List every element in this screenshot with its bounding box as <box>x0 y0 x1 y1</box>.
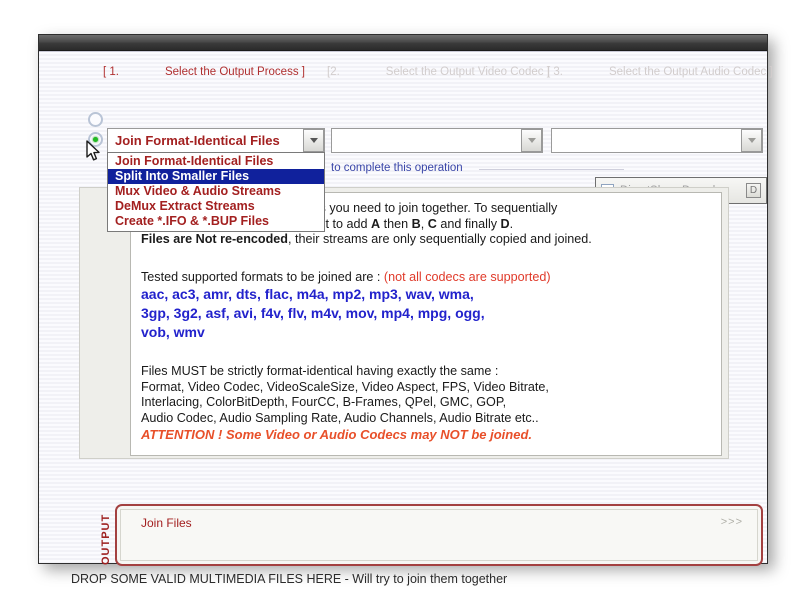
tab-3-label: Select the Output Audio Codec ] <box>608 66 773 78</box>
screenshot-root: [ 1. Select the Output Process ] [2. Selec… <box>0 0 800 600</box>
output-process-combobox[interactable]: Join Format-Identical Files <box>107 128 325 153</box>
window-titlebar[interactable] <box>39 35 767 51</box>
desc-p1l2-B: B <box>411 216 421 231</box>
output-job-title: Join Files <box>141 516 192 530</box>
desc-paragraph1-line3: Files are Not re-encoded, their streams … <box>141 232 711 248</box>
desc-tested-label: Tested supported formats to be joined ar… <box>141 269 384 284</box>
output-process-dropdown-list[interactable]: Join Format-Identical Files Split Into S… <box>107 152 325 232</box>
dropdown-item-demux-extract[interactable]: DeMux Extract Streams <box>108 199 324 214</box>
attention-warning: ATTENTION ! Some Video or Audio Codecs m… <box>141 427 532 442</box>
desc-paragraph3-line1: Files MUST be strictly format-identical … <box>141 364 499 378</box>
desc-p1l2-finally: and finally <box>436 216 501 231</box>
output-process-value: Join Format-Identical Files <box>115 133 280 148</box>
desc-p1l2-period: . <box>509 216 514 231</box>
desc-paragraph3-line4: Audio Codec, Audio Sampling Rate, Audio … <box>141 410 539 425</box>
desc-p1l2-comma: , <box>420 216 428 231</box>
directshow-d-button[interactable]: D <box>746 183 761 198</box>
tab-3-number: [ 3. <box>547 66 563 78</box>
format-list-line-3: vob, wmv <box>141 324 205 340</box>
desc-p1l2-A: A <box>370 216 381 231</box>
window-client-area: [ 1. Select the Output Process ] [2. Selec… <box>39 51 773 586</box>
format-list-line-1: aac, ac3, amr, dts, flac, m4a, mp2, mp3,… <box>141 286 474 302</box>
operation-info-line: to complete this operation <box>331 162 631 174</box>
audio-codec-combobox[interactable] <box>551 128 763 153</box>
desc-p1l2-D: D <box>500 216 510 231</box>
chevron-down-icon[interactable] <box>303 129 324 152</box>
desc-paragraph3-line2: Format, Video Codec, VideoScaleSize, Vid… <box>141 379 549 394</box>
radio-option-bottom[interactable] <box>88 132 103 147</box>
radio-option-top[interactable] <box>88 112 103 127</box>
dropdown-item-join-format-identical[interactable]: Join Format-Identical Files <box>108 154 324 169</box>
dropdown-item-split-into-smaller[interactable]: Split Into Smaller Files <box>108 169 324 184</box>
output-dropzone[interactable]: Join Files >>> <box>115 504 763 566</box>
video-codec-combobox[interactable] <box>331 128 543 153</box>
tab-1-label: Select the Output Process ] <box>164 66 305 78</box>
tab-2-number: [2. <box>327 66 340 78</box>
tab-1-number: [ 1. <box>103 66 119 78</box>
desc-codec-note: (not all codecs are supported) <box>383 269 551 284</box>
tab-2-label: Select the Output Video Codec ] <box>385 66 550 78</box>
output-dropzone-inner[interactable]: Join Files >>> <box>120 509 758 561</box>
desc-p1l2-C: C <box>427 216 437 231</box>
desc-supported-formats-label: Tested supported formats to be joined ar… <box>141 270 711 286</box>
tab-select-output-video-codec[interactable]: [2. Select the Output Video Codec ] <box>327 66 550 78</box>
chevron-down-icon[interactable] <box>741 129 762 152</box>
tab-select-output-audio-codec[interactable]: [ 3. Select the Output Audio Codec ] <box>547 66 773 78</box>
info-divider <box>479 169 624 170</box>
chevron-right-icon[interactable]: >>> <box>721 516 743 528</box>
operation-info-text: to complete this operation <box>331 162 463 174</box>
desc-not-reencoded: Files are Not re-encoded <box>141 232 288 246</box>
dropdown-item-create-ifo-bup[interactable]: Create *.IFO & *.BUP Files <box>108 214 324 229</box>
drop-files-hint: DROP SOME VALID MULTIMEDIA FILES HERE - … <box>71 572 508 586</box>
desc-p1l3-rest: , their streams are only sequentially co… <box>287 232 592 246</box>
tab-select-output-process[interactable]: [ 1. Select the Output Process ] <box>103 66 305 78</box>
application-window: [ 1. Select the Output Process ] [2. Selec… <box>38 34 773 586</box>
chevron-down-icon[interactable] <box>521 129 542 152</box>
dropdown-item-mux-video-audio[interactable]: Mux Video & Audio Streams <box>108 184 324 199</box>
desc-paragraph3-line3: Interlacing, ColorBitDepth, FourCC, B-Fr… <box>141 395 507 409</box>
tab-header-row: [ 1. Select the Output Process ] [2. Selec… <box>39 66 773 84</box>
desc-p1l2-then: then <box>380 216 412 231</box>
format-list-line-2: 3gp, 3g2, asf, avi, f4v, flv, m4v, mov, … <box>141 305 485 321</box>
output-side-label: OUTPUT <box>100 513 112 565</box>
